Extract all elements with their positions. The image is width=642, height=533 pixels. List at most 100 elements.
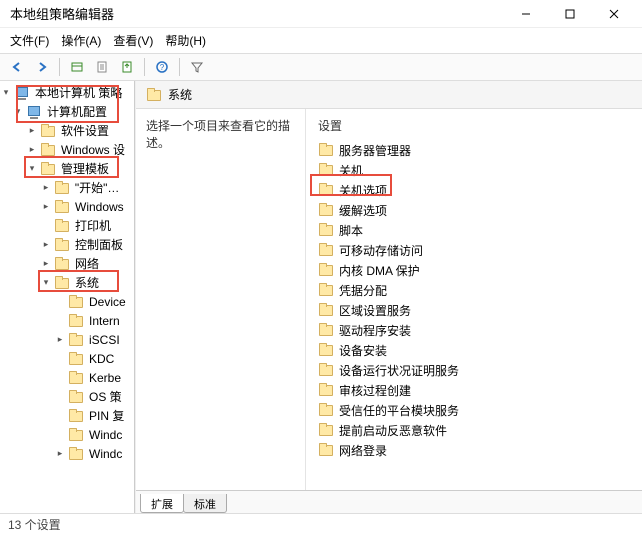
tree-network[interactable]: ▸网络	[0, 254, 134, 273]
settings-list[interactable]: 设置 服务器管理器关机关机选项缓解选项脚本可移动存储访问内核 DMA 保护凭据分…	[306, 109, 642, 490]
tree-label: iSCSI	[86, 332, 123, 348]
tree-windows-settings[interactable]: ▸Windows 设	[0, 140, 134, 159]
folder-icon	[318, 183, 334, 197]
description-prompt: 选择一个项目来查看它的描述。	[146, 119, 290, 150]
menu-help[interactable]: 帮助(H)	[165, 32, 206, 49]
tree-root-label: 本地计算机 策略	[32, 83, 125, 102]
setting-item[interactable]: 区域设置服务	[310, 300, 642, 320]
chevron-right-icon[interactable]: ▸	[40, 258, 52, 269]
content-header: 系统	[136, 81, 642, 109]
folder-icon	[318, 323, 334, 337]
setting-item[interactable]: 设备运行状况证明服务	[310, 360, 642, 380]
setting-item[interactable]: 受信任的平台模块服务	[310, 400, 642, 420]
content-panel: 系统 选择一个项目来查看它的描述。 设置 服务器管理器关机关机选项缓解选项脚本可…	[135, 81, 642, 513]
chevron-down-icon[interactable]: ▾	[0, 87, 12, 98]
up-button[interactable]	[66, 56, 88, 78]
tree-label: 计算机配置	[44, 102, 110, 121]
export-button[interactable]	[116, 56, 138, 78]
tree-printers[interactable]: 打印机	[0, 216, 134, 235]
folder-icon	[318, 383, 334, 397]
folder-icon	[68, 371, 84, 385]
back-button[interactable]	[6, 56, 28, 78]
setting-label: 关机	[339, 162, 363, 179]
tab-extended[interactable]: 扩展	[140, 494, 184, 513]
tree-root[interactable]: ▾ 本地计算机 策略	[0, 83, 134, 102]
chevron-right-icon[interactable]: ▸	[40, 182, 52, 193]
setting-item[interactable]: 凭据分配	[310, 280, 642, 300]
tree-panel[interactable]: ▾ 本地计算机 策略 ▾ 计算机配置	[0, 81, 135, 513]
properties-button[interactable]	[91, 56, 113, 78]
tree-label: Windc	[86, 446, 125, 462]
folder-icon	[68, 295, 84, 309]
tree-pin[interactable]: PIN 复	[0, 406, 134, 425]
tab-standard[interactable]: 标准	[183, 494, 227, 513]
folder-icon	[54, 238, 70, 252]
forward-button[interactable]	[31, 56, 53, 78]
tree-label: Windc	[86, 427, 125, 443]
menu-view[interactable]: 查看(V)	[113, 32, 153, 49]
close-button[interactable]	[592, 0, 636, 28]
tree-system[interactable]: ▾系统	[0, 273, 134, 292]
setting-item[interactable]: 可移动存储访问	[310, 240, 642, 260]
chevron-right-icon[interactable]: ▸	[40, 239, 52, 250]
chevron-down-icon[interactable]: ▾	[40, 277, 52, 288]
chevron-down-icon[interactable]: ▾	[26, 163, 38, 174]
chevron-right-icon[interactable]: ▸	[26, 144, 38, 155]
folder-icon	[68, 352, 84, 366]
tree-kdc[interactable]: KDC	[0, 349, 134, 368]
setting-item[interactable]: 设备安装	[310, 340, 642, 360]
setting-item[interactable]: 网络登录	[310, 440, 642, 460]
tree-label: Windows	[72, 199, 127, 215]
tree-label: "开始"菜单	[72, 178, 134, 197]
tree-os-policy[interactable]: OS 策	[0, 387, 134, 406]
setting-item[interactable]: 缓解选项	[310, 200, 642, 220]
tree-software-settings[interactable]: ▸软件设置	[0, 121, 134, 140]
setting-label: 可移动存储访问	[339, 242, 423, 259]
setting-label: 设备安装	[339, 342, 387, 359]
setting-item[interactable]: 驱动程序安装	[310, 320, 642, 340]
folder-icon	[54, 257, 70, 271]
setting-item[interactable]: 审核过程创建	[310, 380, 642, 400]
tree-label: 控制面板	[72, 235, 126, 254]
setting-item[interactable]: 关机	[310, 160, 642, 180]
setting-item[interactable]: 服务器管理器	[310, 140, 642, 160]
help-button[interactable]: ?	[151, 56, 173, 78]
setting-item[interactable]: 关机选项	[310, 180, 642, 200]
tab-bar: 扩展 标准	[136, 490, 642, 513]
tree-label: 打印机	[72, 216, 114, 235]
tree-device[interactable]: Device	[0, 292, 134, 311]
minimize-button[interactable]	[504, 0, 548, 28]
maximize-button[interactable]	[548, 0, 592, 28]
folder-icon	[68, 314, 84, 328]
setting-label: 受信任的平台模块服务	[339, 402, 459, 419]
menu-action[interactable]: 操作(A)	[61, 32, 101, 49]
content-title: 系统	[168, 86, 192, 103]
chevron-right-icon[interactable]: ▸	[26, 125, 38, 136]
tree-kerbe[interactable]: Kerbe	[0, 368, 134, 387]
chevron-right-icon[interactable]: ▸	[54, 334, 66, 345]
tree-control-panel[interactable]: ▸ 控制面板	[0, 235, 134, 254]
tree-windc[interactable]: Windc	[0, 425, 134, 444]
tree-windows[interactable]: ▸ Windows	[0, 197, 134, 216]
chevron-right-icon[interactable]: ▸	[40, 201, 52, 212]
tree-label: OS 策	[86, 387, 125, 406]
setting-item[interactable]: 提前启动反恶意软件	[310, 420, 642, 440]
setting-label: 服务器管理器	[339, 142, 411, 159]
title-bar: 本地组策略编辑器	[0, 0, 642, 28]
tree-intern[interactable]: Intern	[0, 311, 134, 330]
chevron-right-icon[interactable]: ▸	[54, 448, 66, 459]
menu-file[interactable]: 文件(F)	[10, 32, 49, 49]
folder-icon	[54, 200, 70, 214]
setting-item[interactable]: 脚本	[310, 220, 642, 240]
chevron-down-icon[interactable]: ▾	[12, 106, 24, 117]
folder-icon	[40, 143, 56, 157]
tree-admin-templates[interactable]: ▾管理模板	[0, 159, 134, 178]
tree-computer-config[interactable]: ▾ 计算机配置	[0, 102, 134, 121]
filter-button[interactable]	[186, 56, 208, 78]
tree-windc2[interactable]: ▸ Windc	[0, 444, 134, 463]
status-text: 13 个设置	[8, 518, 61, 532]
tree-start-menu[interactable]: ▸ "开始"菜单	[0, 178, 134, 197]
tree-iscsi[interactable]: ▸ iSCSI	[0, 330, 134, 349]
folder-icon	[318, 143, 334, 157]
setting-item[interactable]: 内核 DMA 保护	[310, 260, 642, 280]
